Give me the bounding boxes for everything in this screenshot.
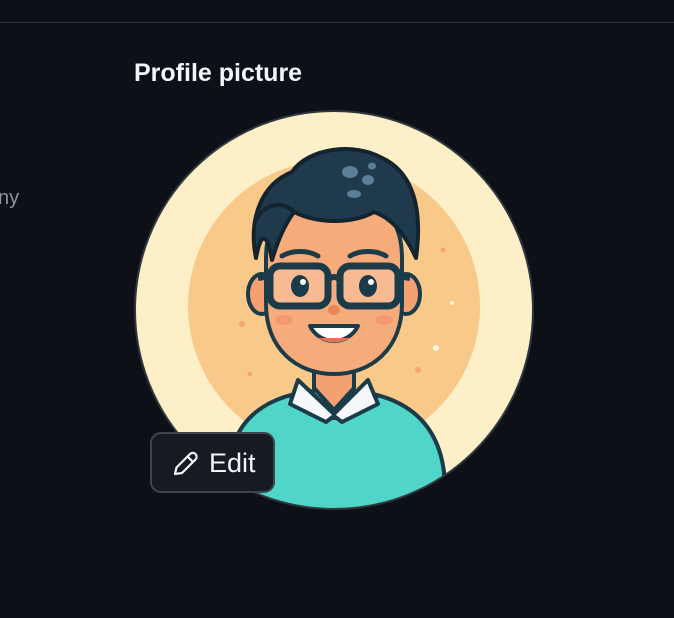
top-divider: [0, 22, 674, 23]
sidebar-item-label[interactable]: ny: [0, 186, 19, 210]
pencil-icon: [171, 448, 201, 478]
page-title: Profile picture: [134, 59, 303, 87]
edit-button-label: Edit: [209, 447, 256, 478]
edit-profile-picture-button[interactable]: Edit: [150, 432, 275, 493]
